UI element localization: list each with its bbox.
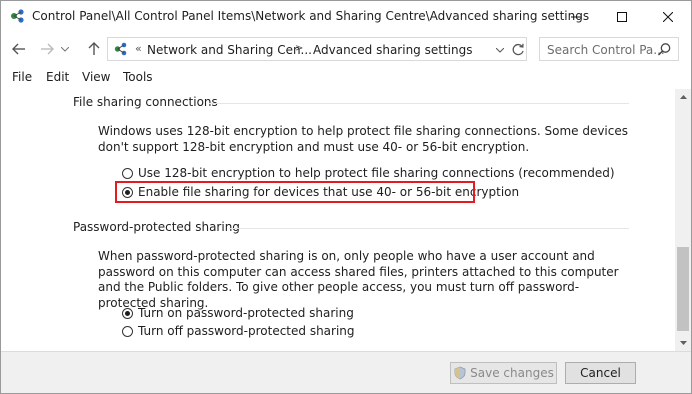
address-dropdown-button[interactable] xyxy=(493,43,507,57)
refresh-button[interactable] xyxy=(510,41,526,57)
arrow-up-icon xyxy=(88,42,100,55)
radio-button[interactable] xyxy=(122,325,133,337)
menu-edit[interactable]: Edit xyxy=(46,70,69,84)
settings-content: File sharing connections Windows uses 12… xyxy=(1,89,675,351)
forward-button[interactable] xyxy=(36,37,58,61)
close-button[interactable] xyxy=(645,1,691,32)
address-overflow-chevron[interactable]: « xyxy=(135,42,142,55)
section-divider xyxy=(209,103,629,104)
close-icon xyxy=(663,11,673,22)
radio-turn-off-password-sharing[interactable]: Turn off password-protected sharing xyxy=(122,323,355,339)
radio-button[interactable] xyxy=(122,167,133,179)
control-panel-window: Control Panel\All Control Panel Items\Ne… xyxy=(0,0,692,394)
menu-file[interactable]: File xyxy=(12,70,32,84)
minimize-button[interactable] xyxy=(553,1,599,32)
minimize-icon xyxy=(571,16,581,17)
breadcrumb-advanced-sharing-settings[interactable]: Advanced sharing settings xyxy=(313,43,472,57)
cancel-label: Cancel xyxy=(580,366,621,380)
action-bar: Save changes Cancel xyxy=(1,351,691,393)
radio-turn-on-password-sharing[interactable]: Turn on password-protected sharing xyxy=(122,305,354,321)
recent-locations-button[interactable] xyxy=(58,37,72,61)
address-bar[interactable]: « Network and Sharing Cen... > Advanced … xyxy=(107,37,527,61)
search-input[interactable]: Search Control Pa... xyxy=(539,37,679,61)
menu-bar: File Edit View Tools xyxy=(1,67,691,89)
chevron-down-icon xyxy=(61,46,69,52)
vertical-scrollbar[interactable] xyxy=(675,89,691,351)
arrow-left-icon xyxy=(12,43,25,55)
network-location-icon xyxy=(113,41,129,57)
window-title: Control Panel\All Control Panel Items\Ne… xyxy=(32,9,590,23)
annotation-highlight-box xyxy=(115,181,475,203)
chevron-down-icon xyxy=(679,341,687,345)
save-changes-label: Save changes xyxy=(470,366,554,380)
address-row: « Network and Sharing Cen... > Advanced … xyxy=(1,35,691,65)
scroll-down-button[interactable] xyxy=(675,335,691,351)
search-icon xyxy=(657,42,672,57)
password-sharing-description: When password-protected sharing is on, o… xyxy=(98,249,619,310)
cancel-button[interactable]: Cancel xyxy=(565,362,636,384)
chevron-up-icon xyxy=(679,95,687,99)
password-sharing-section-header: Password-protected sharing xyxy=(73,220,240,234)
search-placeholder: Search Control Pa... xyxy=(547,43,665,57)
breadcrumb-separator[interactable]: > xyxy=(295,43,303,54)
radio-128bit-encryption[interactable]: Use 128-bit encryption to help protect f… xyxy=(122,165,615,181)
radio-label[interactable]: Use 128-bit encryption to help protect f… xyxy=(138,166,615,180)
uac-shield-icon xyxy=(453,366,467,380)
maximize-icon xyxy=(617,11,627,22)
refresh-icon xyxy=(512,43,524,55)
radio-label[interactable]: Turn on password-protected sharing xyxy=(138,306,354,320)
scrollbar-thumb[interactable] xyxy=(677,247,689,331)
scroll-up-button[interactable] xyxy=(675,89,691,105)
back-button[interactable] xyxy=(8,37,30,61)
up-button[interactable] xyxy=(83,37,105,61)
file-sharing-description: Windows uses 128-bit encryption to help … xyxy=(98,124,628,154)
file-sharing-section-header: File sharing connections xyxy=(73,95,218,109)
arrow-right-icon xyxy=(41,43,54,55)
breadcrumb-network-sharing-centre[interactable]: Network and Sharing Cen... xyxy=(147,43,312,57)
radio-button-checked[interactable] xyxy=(122,307,133,319)
section-divider xyxy=(229,228,629,229)
chevron-down-icon xyxy=(496,47,504,53)
maximize-button[interactable] xyxy=(599,1,645,32)
network-sharing-app-icon xyxy=(9,8,27,24)
radio-label[interactable]: Turn off password-protected sharing xyxy=(138,324,355,338)
menu-tools[interactable]: Tools xyxy=(123,70,153,84)
save-changes-button[interactable]: Save changes xyxy=(450,362,557,384)
title-bar: Control Panel\All Control Panel Items\Ne… xyxy=(1,1,691,32)
menu-view[interactable]: View xyxy=(82,70,110,84)
